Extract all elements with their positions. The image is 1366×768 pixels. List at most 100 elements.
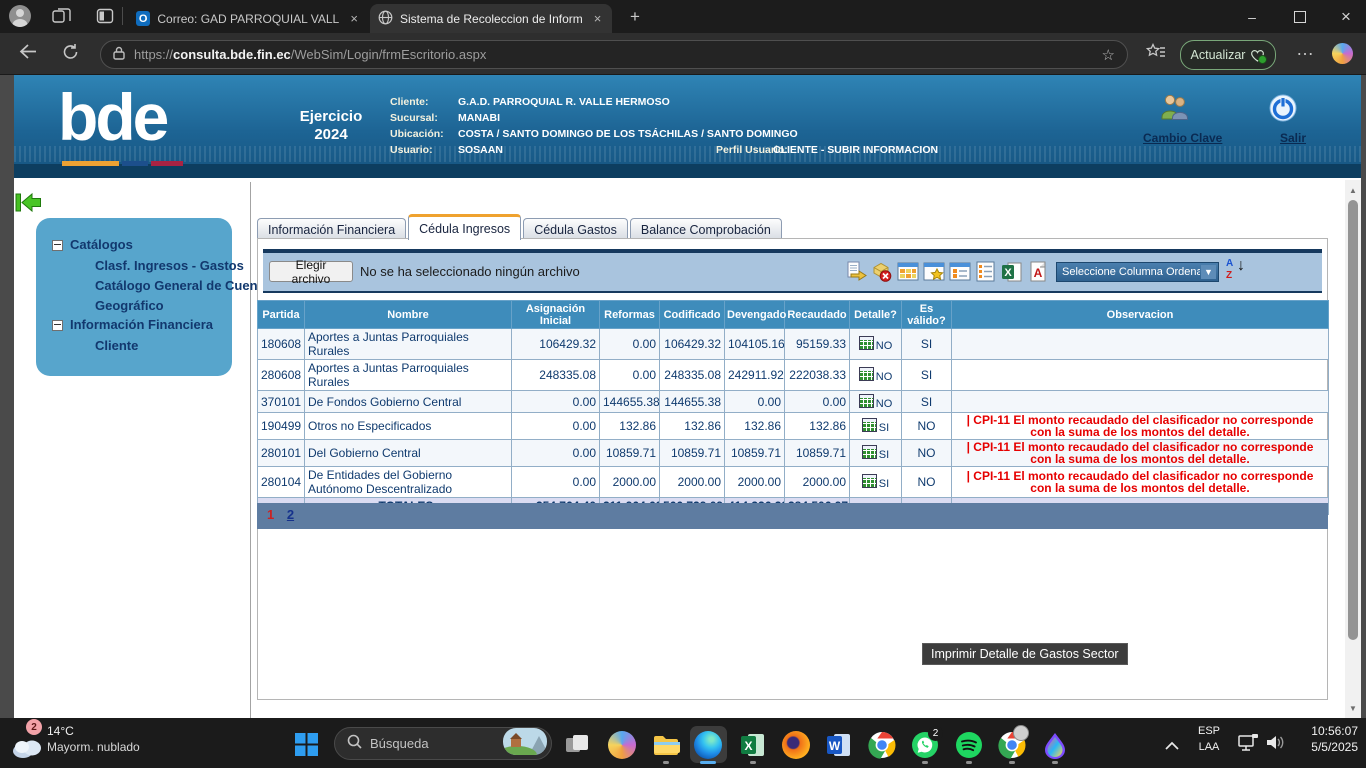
browser-tab-sistema[interactable]: Sistema de Recoleccion de Inform × — [370, 4, 612, 33]
tab-title: Correo: GAD PARROQUIAL VALLE — [157, 12, 339, 26]
window-minimize-icon[interactable]: – — [1232, 0, 1272, 33]
cliente-value: G.A.D. PARROQUIAL R. VALLE HERMOSO — [458, 96, 670, 108]
workspaces-icon[interactable] — [52, 7, 71, 31]
sidebar-item-catalogos[interactable]: Catálogos — [70, 237, 133, 252]
language-indicator[interactable]: ESP — [1192, 725, 1226, 737]
form-window-icon[interactable] — [949, 261, 971, 283]
weather-desc[interactable]: Mayorm. nublado — [47, 740, 140, 754]
page-2-link[interactable]: 2 — [287, 507, 294, 522]
detail-list-icon[interactable] — [975, 261, 997, 283]
collapse-node-icon[interactable] — [52, 320, 63, 331]
delete-file-icon[interactable] — [871, 261, 893, 283]
tab-cedula-gastos[interactable]: Cédula Gastos — [523, 218, 628, 240]
tray-clock-time[interactable]: 10:56:07 — [1286, 724, 1358, 738]
favorites-icon[interactable] — [1146, 43, 1166, 66]
power-icon[interactable] — [1268, 93, 1298, 128]
tab-close-icon[interactable]: × — [350, 11, 358, 26]
logo-stripe-orange — [62, 161, 119, 166]
weather-temp[interactable]: 14°C — [47, 724, 74, 738]
ubicacion-value: COSTA / SANTO DOMINGO DE LOS TSÁCHILAS /… — [458, 128, 798, 140]
detail-grid-icon[interactable] — [859, 367, 874, 381]
sidebar-item-cliente[interactable]: Cliente — [95, 338, 138, 353]
copilot-taskbar-icon[interactable] — [608, 731, 636, 759]
detail-grid-icon[interactable] — [859, 336, 874, 350]
chrome-icon[interactable] — [868, 731, 896, 759]
tab-informacion-financiera[interactable]: Información Financiera — [257, 218, 406, 240]
window-maximize-icon[interactable] — [1280, 0, 1320, 33]
taskbar-search[interactable]: Búsqueda — [334, 727, 552, 760]
spotify-icon[interactable] — [955, 731, 983, 759]
tab-actions-icon[interactable] — [96, 7, 115, 31]
excel-icon[interactable]: X — [739, 731, 767, 759]
scroll-down-icon[interactable]: ▼ — [1345, 700, 1361, 716]
detail-grid-icon[interactable] — [862, 445, 877, 459]
paint-drop-icon[interactable] — [1041, 731, 1069, 759]
table-view-icon[interactable] — [897, 261, 919, 283]
ejercicio-label: Ejercicio — [276, 108, 386, 126]
search-highlight-image[interactable] — [503, 728, 547, 760]
collapse-menu-icon[interactable] — [15, 191, 42, 219]
salir-link[interactable]: Salir — [1280, 131, 1306, 145]
detail-grid-icon[interactable] — [862, 474, 877, 488]
browser-tab-correo[interactable]: O Correo: GAD PARROQUIAL VALLE × — [128, 4, 366, 33]
running-indicator — [1009, 761, 1015, 764]
tray-clock-date[interactable]: 5/5/2025 — [1286, 740, 1358, 754]
start-button-icon[interactable] — [295, 733, 318, 761]
task-view-icon[interactable] — [563, 731, 591, 759]
table-row: 180608 Aportes a Juntas Parroquiales Rur… — [258, 329, 1329, 360]
module-tabs: Información Financiera Cédula Ingresos C… — [257, 214, 782, 240]
copilot-icon[interactable] — [1332, 43, 1353, 64]
sort-az-icon[interactable]: A Z ↓ — [1226, 258, 1250, 284]
weather-icon[interactable] — [10, 733, 44, 764]
url-path: /WebSim/Login/frmEscritorio.aspx — [291, 47, 487, 62]
chrome-profile-icon[interactable] — [998, 731, 1026, 759]
file-explorer-icon[interactable] — [652, 731, 680, 759]
detail-grid-icon[interactable] — [862, 418, 877, 432]
refresh-icon[interactable] — [62, 43, 80, 66]
tab-cedula-ingresos[interactable]: Cédula Ingresos — [408, 214, 521, 240]
profile-avatar-icon[interactable] — [9, 5, 31, 27]
network-icon[interactable] — [1238, 733, 1260, 758]
col-partida: Partida — [258, 301, 305, 329]
new-tab-icon[interactable]: + — [624, 6, 646, 28]
bookmark-star-icon[interactable]: ☆ — [1102, 46, 1115, 64]
chevron-down-icon: ▼ — [1201, 265, 1216, 279]
tray-chevron-icon[interactable] — [1164, 738, 1180, 756]
choose-file-button[interactable]: Elegir archivo — [269, 261, 353, 282]
upload-file-icon[interactable] — [845, 261, 867, 283]
detail-grid-icon[interactable] — [859, 394, 874, 408]
scroll-up-icon[interactable]: ▲ — [1345, 182, 1361, 198]
whatsapp-icon[interactable]: 2 — [911, 731, 939, 759]
actualizar-button[interactable]: Actualizar — [1180, 40, 1276, 70]
page-scrollbar[interactable]: ▲ ▼ — [1345, 180, 1361, 718]
new-window-icon[interactable] — [923, 261, 945, 283]
window-close-icon[interactable]: × — [1326, 0, 1366, 33]
excel-export-icon[interactable]: X — [1001, 261, 1023, 283]
tab-close-icon[interactable]: × — [594, 11, 602, 26]
scrollbar-thumb[interactable] — [1348, 200, 1358, 640]
weather-badge: 2 — [26, 719, 42, 735]
collapse-node-icon[interactable] — [52, 240, 63, 251]
firefox-icon[interactable] — [782, 731, 810, 759]
volume-icon[interactable] — [1266, 734, 1286, 756]
tab-balance-comprobacion[interactable]: Balance Comprobación — [630, 218, 782, 240]
tab-separator — [122, 7, 123, 25]
edge-icon[interactable] — [694, 731, 722, 759]
running-indicator — [663, 761, 669, 764]
word-icon[interactable]: W — [825, 731, 853, 759]
url-bar[interactable]: https://consulta.bde.fin.ec/WebSim/Login… — [100, 40, 1128, 69]
tab-title: Sistema de Recoleccion de Inform — [400, 12, 583, 26]
sort-column-dropdown[interactable]: Seleccione Columna Ordena ▼ — [1056, 262, 1219, 282]
sidebar-item-catalogo-general[interactable]: Catálogo General de Cuentas — [95, 278, 276, 293]
back-icon[interactable] — [18, 43, 37, 65]
bde-header: bde Ejercicio 2024 Cliente: G.A.D. PARRO… — [14, 75, 1361, 178]
users-icon[interactable] — [1157, 93, 1193, 126]
pdf-export-icon[interactable]: A — [1027, 261, 1049, 283]
cambio-clave-link[interactable]: Cambio Clave — [1143, 131, 1222, 145]
cedula-ingresos-table: Partida Nombre Asignación Inicial Reform… — [257, 300, 1329, 515]
sidebar-item-geografico[interactable]: Geográfico — [95, 298, 164, 313]
sidebar-item-informacion-financiera[interactable]: Información Financiera — [70, 317, 213, 332]
browser-menu-icon[interactable]: … — [1296, 39, 1315, 60]
sidebar-item-clasf-ingresos-gastos[interactable]: Clasf. Ingresos - Gastos — [95, 258, 244, 273]
language-region[interactable]: LAA — [1192, 741, 1226, 753]
